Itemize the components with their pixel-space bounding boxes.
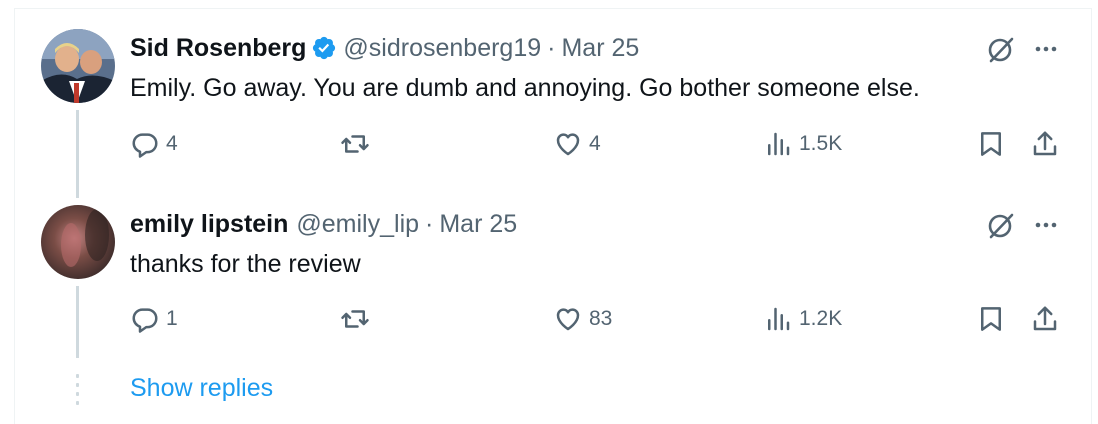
- timestamp[interactable]: Mar 25: [561, 32, 639, 64]
- thread-dots: [76, 374, 79, 410]
- reply-button[interactable]: 1: [130, 304, 178, 334]
- bookmark-icon: [981, 307, 1001, 331]
- share-icon: [1033, 131, 1057, 156]
- handle[interactable]: @sidrosenberg19: [343, 32, 541, 64]
- handle[interactable]: @emily_lip: [296, 208, 419, 240]
- avatar[interactable]: [41, 205, 115, 279]
- share-button[interactable]: [1030, 304, 1060, 334]
- views-icon: [768, 132, 790, 156]
- like-icon: [556, 308, 580, 331]
- display-name[interactable]: emily lipstein: [130, 208, 288, 240]
- separator: ·: [547, 34, 556, 62]
- verified-badge-icon: [313, 36, 336, 60]
- reply-button[interactable]: 4: [130, 129, 178, 159]
- views-count: 1.5K: [799, 132, 843, 155]
- more-icon[interactable]: [1031, 34, 1061, 64]
- retweet-icon: [341, 135, 369, 153]
- more-icon[interactable]: [1031, 210, 1061, 240]
- like-button[interactable]: 83: [553, 304, 612, 334]
- like-icon: [556, 133, 580, 156]
- like-count: 4: [589, 132, 601, 155]
- share-button[interactable]: [1030, 129, 1060, 159]
- share-icon: [1033, 306, 1057, 331]
- tweet-header: Sid Rosenberg @sidrosenberg19 · Mar 25: [130, 32, 639, 64]
- reply-count: 4: [166, 132, 178, 155]
- views-count: 1.2K: [799, 307, 843, 330]
- views-icon: [768, 307, 790, 331]
- retweet-button[interactable]: [340, 304, 376, 334]
- retweet-button[interactable]: [340, 129, 376, 159]
- bookmark-button[interactable]: [976, 129, 1006, 159]
- avatar[interactable]: [41, 29, 115, 103]
- action-bar: 1 83 1.2K: [130, 304, 1065, 340]
- reply-icon: [132, 308, 158, 333]
- tweet-header: emily lipstein @emily_lip · Mar 25: [130, 208, 517, 240]
- like-button[interactable]: 4: [553, 129, 601, 159]
- show-replies-link[interactable]: Show replies: [130, 374, 273, 403]
- grok-icon[interactable]: [985, 209, 1017, 241]
- reply-icon: [132, 133, 158, 158]
- tweet-text: thanks for the review: [130, 250, 361, 278]
- views-button[interactable]: 1.2K: [763, 304, 842, 334]
- tweet-text: Emily. Go away. You are dumb and annoyin…: [130, 74, 920, 102]
- grok-icon[interactable]: [985, 33, 1017, 65]
- separator: ·: [425, 210, 434, 238]
- thread-line: [76, 286, 79, 358]
- bookmark-icon: [981, 132, 1001, 156]
- retweet-icon: [341, 310, 369, 328]
- display-name[interactable]: Sid Rosenberg: [130, 32, 306, 64]
- views-button[interactable]: 1.5K: [763, 129, 842, 159]
- reply-count: 1: [166, 307, 178, 330]
- thread-line: [76, 110, 79, 198]
- timestamp[interactable]: Mar 25: [439, 208, 517, 240]
- action-bar: 4 4 1.5K: [130, 129, 1065, 165]
- like-count: 83: [589, 307, 613, 330]
- bookmark-button[interactable]: [976, 304, 1006, 334]
